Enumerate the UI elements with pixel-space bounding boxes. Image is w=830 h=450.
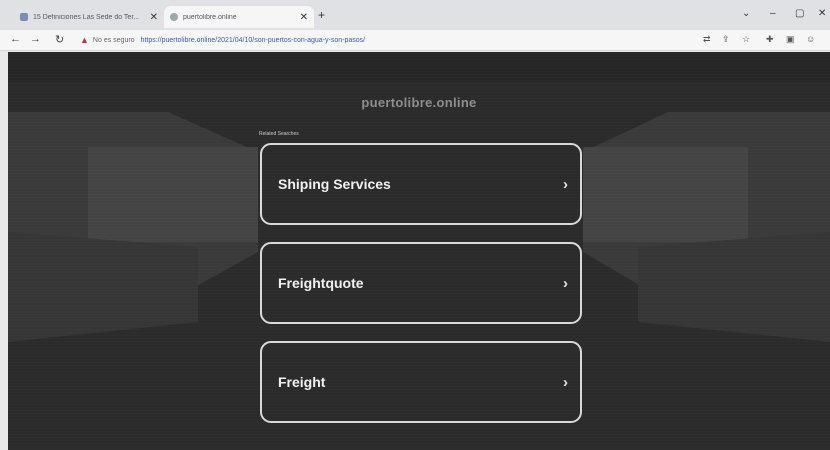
related-link-label: Shiping Services [278, 176, 391, 192]
back-icon[interactable]: ← [10, 33, 21, 45]
sidebar-icon[interactable]: ▣ [786, 34, 795, 45]
parked-domain-page: puertolibre.online Related Searches Ship… [8, 52, 830, 450]
profile-icon[interactable]: ☺ [806, 34, 815, 44]
new-tab-button[interactable]: + [318, 8, 325, 22]
tab-title: 15 Definiciones Las Sede do Ter... [33, 13, 140, 21]
tab-active[interactable]: puertolibre.online ✕ [164, 6, 314, 28]
maximize-icon[interactable]: ▢ [795, 8, 804, 19]
favicon-icon [20, 13, 28, 21]
bookmark-star-icon[interactable]: ☆ [742, 34, 750, 45]
minimize-icon[interactable]: – [770, 8, 776, 19]
related-link-shipping-services[interactable]: Shiping Services › [260, 143, 582, 225]
warning-icon: ▲ [80, 35, 89, 45]
chevron-right-icon: › [563, 373, 568, 391]
extensions-icon[interactable]: ✚ [766, 34, 774, 45]
related-searches-label: Related Searches [259, 131, 299, 137]
url-text: https://puertolibre.online/2021/04/10/so… [140, 36, 366, 44]
close-tab-icon[interactable]: ✕ [300, 12, 308, 23]
tab-search-icon[interactable]: ⌄ [742, 8, 750, 19]
favicon-icon [170, 13, 178, 21]
site-title: puertolibre.online [361, 95, 477, 110]
tab-inactive[interactable]: 15 Definiciones Las Sede do Ter... ✕ [14, 6, 164, 28]
tab-strip: 15 Definiciones Las Sede do Ter... ✕ pue… [0, 0, 830, 30]
related-link-label: Freightquote [278, 275, 364, 291]
related-link-freightquote[interactable]: Freightquote › [260, 242, 582, 324]
browser-toolbar: ← → ↻ ▲ No es seguro https://puertolibre… [0, 30, 830, 51]
address-bar[interactable]: ▲ No es seguro https://puertolibre.onlin… [80, 33, 690, 47]
related-link-freight[interactable]: Freight › [260, 341, 582, 423]
related-link-label: Freight [278, 374, 326, 390]
close-tab-icon[interactable]: ✕ [150, 12, 158, 23]
chevron-right-icon: › [563, 274, 568, 292]
window-close-icon[interactable]: ✕ [818, 8, 826, 19]
share-icon[interactable]: ⇪ [722, 34, 730, 45]
translate-icon[interactable]: ⇄ [703, 34, 711, 45]
tab-title: puertolibre.online [183, 13, 237, 21]
chevron-right-icon: › [563, 175, 568, 193]
forward-icon[interactable]: → [30, 33, 41, 45]
security-label: No es seguro [92, 36, 135, 44]
reload-icon[interactable]: ↻ [55, 33, 64, 46]
